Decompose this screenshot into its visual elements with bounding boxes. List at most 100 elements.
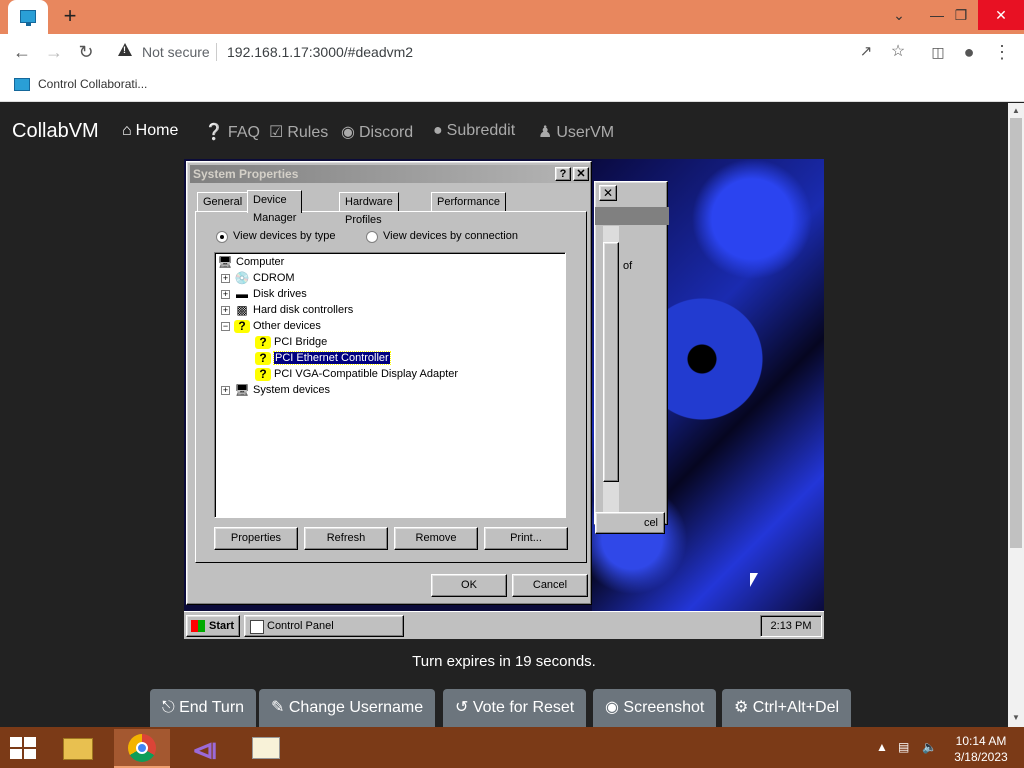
ok-button[interactable]: OK xyxy=(431,574,507,597)
nav-discord-label: Discord xyxy=(358,124,414,141)
new-tab-button[interactable]: + xyxy=(58,4,82,28)
help-icon[interactable]: ? xyxy=(555,167,571,181)
nav-rules[interactable]: ☑ Rules xyxy=(269,122,328,142)
unknown-device-icon: ? xyxy=(255,367,271,381)
tree-node-label: System devices xyxy=(253,384,331,396)
background-window[interactable]: ✕ of cel xyxy=(594,181,669,534)
tray-chevron-icon[interactable]: ▲ xyxy=(876,740,888,754)
question-icon: ? xyxy=(234,319,250,333)
tree-node-label: PCI Ethernet Controller xyxy=(273,351,391,365)
refresh-button[interactable]: Refresh xyxy=(304,527,388,550)
tree-node[interactable]: + 🖥 System devices xyxy=(221,382,330,398)
tree-node[interactable]: + ▬ Disk drives xyxy=(221,286,307,302)
screenshot-button[interactable]: ◉ Screenshot xyxy=(593,689,717,727)
turn-status: Turn expires in 19 seconds. xyxy=(412,653,596,670)
change-username-button[interactable]: ✎ Change Username xyxy=(259,689,436,727)
nav-home[interactable]: ⌂ Home xyxy=(122,122,178,140)
tab-general[interactable]: General xyxy=(197,192,249,212)
site-brand[interactable]: CollabVM xyxy=(12,120,99,143)
nav-discord[interactable]: ◉ Discord xyxy=(341,122,413,142)
bookmark-control-collaborative[interactable]: Control Collaborati... xyxy=(38,77,147,91)
remove-button[interactable]: Remove xyxy=(394,527,478,550)
ctrl-alt-del-button[interactable]: ⚙ Ctrl+Alt+Del xyxy=(722,689,852,727)
system-properties-dialog: System Properties ? ✕ General Device Man… xyxy=(186,161,592,605)
reload-icon[interactable]: ↻ xyxy=(74,40,98,64)
bookmarks-bar xyxy=(0,70,1024,102)
start-button[interactable]: Start xyxy=(186,615,240,637)
collapse-icon[interactable]: − xyxy=(221,321,230,331)
view-by-connection-label[interactable]: View devices by connection xyxy=(383,230,518,242)
scrollbar-thumb[interactable] xyxy=(1010,118,1022,548)
nav-faq-label: FAQ xyxy=(227,124,260,141)
background-cancel-button[interactable]: cel xyxy=(595,512,665,534)
tree-node-label: CDROM xyxy=(253,272,295,284)
device-tree[interactable]: 🖥 Computer + 💿 CDROM + ▬ Disk drives + ▩ Hard d… xyxy=(214,252,566,518)
share-icon[interactable]: ↗ xyxy=(854,40,878,64)
monitor-icon xyxy=(14,78,30,91)
menu-kebab-icon[interactable]: ⋮ xyxy=(990,40,1014,64)
volume-icon[interactable]: 🔈 xyxy=(922,740,937,754)
tree-node-label: Hard disk controllers xyxy=(253,304,354,316)
tree-node[interactable]: + 💿 CDROM xyxy=(221,270,295,286)
system-clock[interactable]: 10:14 AM 3/18/2023 xyxy=(948,733,1014,765)
system-date: 3/18/2023 xyxy=(954,750,1008,764)
radio-view-by-connection[interactable] xyxy=(366,231,378,243)
unknown-device-icon: ? xyxy=(255,351,271,365)
nav-subreddit-label: Subreddit xyxy=(446,122,516,139)
background-scroll-thumb[interactable] xyxy=(603,242,619,482)
expand-icon[interactable]: + xyxy=(221,305,230,315)
nav-home-label: Home xyxy=(135,122,179,139)
scroll-down-arrow-icon[interactable]: ▼ xyxy=(1010,713,1022,725)
certificate-app-icon[interactable] xyxy=(238,729,294,768)
tree-node[interactable]: ? PCI Bridge xyxy=(255,334,327,350)
warning-icon[interactable] xyxy=(118,43,132,56)
profile-avatar-icon[interactable]: ● xyxy=(957,40,981,64)
expand-icon[interactable]: + xyxy=(221,273,230,283)
expand-icon[interactable]: + xyxy=(221,385,230,395)
nav-subreddit[interactable]: ● Subreddit xyxy=(433,122,515,140)
tab-performance[interactable]: Performance xyxy=(431,192,506,212)
vote-reset-button[interactable]: ↺ Vote for Reset xyxy=(443,689,587,727)
print-button[interactable]: Print... xyxy=(484,527,568,550)
vm-display[interactable]: ✕ of cel System Properties ? ✕ General D… xyxy=(184,159,824,639)
tab-device-manager[interactable]: Device Manager xyxy=(247,190,303,224)
tab-strip xyxy=(0,0,1024,34)
file-explorer-icon[interactable] xyxy=(50,729,106,768)
close-icon[interactable]: ✕ xyxy=(599,185,617,201)
scroll-up-arrow-icon[interactable]: ▲ xyxy=(1010,106,1022,118)
forward-icon[interactable]: → xyxy=(42,40,66,64)
bookmark-star-icon[interactable]: ☆ xyxy=(886,40,910,64)
visual-studio-icon[interactable]: ⧏ xyxy=(178,729,234,768)
expand-icon[interactable]: + xyxy=(221,289,230,299)
background-window-titlebar xyxy=(595,207,669,225)
nav-faq[interactable]: ❔ FAQ xyxy=(204,122,260,142)
security-label[interactable]: Not secure xyxy=(142,44,210,60)
tree-node[interactable]: −? Other devices xyxy=(221,318,321,334)
properties-button[interactable]: Properties xyxy=(214,527,298,550)
radio-view-by-type[interactable] xyxy=(216,231,228,243)
screenshot-label: Screenshot xyxy=(623,699,705,716)
tree-node-selected[interactable]: ? PCI Ethernet Controller xyxy=(255,350,391,366)
windows-start-icon[interactable] xyxy=(10,737,38,759)
view-by-type-label[interactable]: View devices by type xyxy=(233,230,336,242)
close-window-icon[interactable]: ✕ xyxy=(978,0,1024,30)
end-turn-button[interactable]: ⎋ End Turn xyxy=(150,689,257,727)
taskbar-item-control-panel[interactable]: Control Panel xyxy=(244,615,404,637)
tree-node[interactable]: 🖥 Computer xyxy=(217,254,284,270)
address-bar[interactable]: 192.168.1.17:3000/#deadvm2 xyxy=(227,44,413,60)
side-panel-icon[interactable]: ◫ xyxy=(926,40,950,64)
restore-icon[interactable]: ❐ xyxy=(946,0,976,30)
tree-node[interactable]: ? PCI VGA-Compatible Display Adapter xyxy=(255,366,458,382)
tree-node-label: Disk drives xyxy=(253,288,307,300)
tree-node[interactable]: + ▩ Hard disk controllers xyxy=(221,302,353,318)
browser-tab[interactable] xyxy=(8,0,48,34)
cancel-button[interactable]: Cancel xyxy=(512,574,588,597)
close-icon[interactable]: ✕ xyxy=(573,167,589,181)
tab-hardware-profiles[interactable]: Hardware Profiles xyxy=(339,192,399,226)
tab-search-chevron-icon[interactable]: ⌄ xyxy=(884,0,914,30)
network-icon[interactable]: ▤ xyxy=(898,740,909,754)
back-icon[interactable]: ← xyxy=(10,40,34,64)
vm-clock: 2:13 PM xyxy=(760,615,822,637)
nav-uservm[interactable]: ♟ UserVM xyxy=(538,122,614,142)
chrome-icon[interactable] xyxy=(114,729,170,768)
